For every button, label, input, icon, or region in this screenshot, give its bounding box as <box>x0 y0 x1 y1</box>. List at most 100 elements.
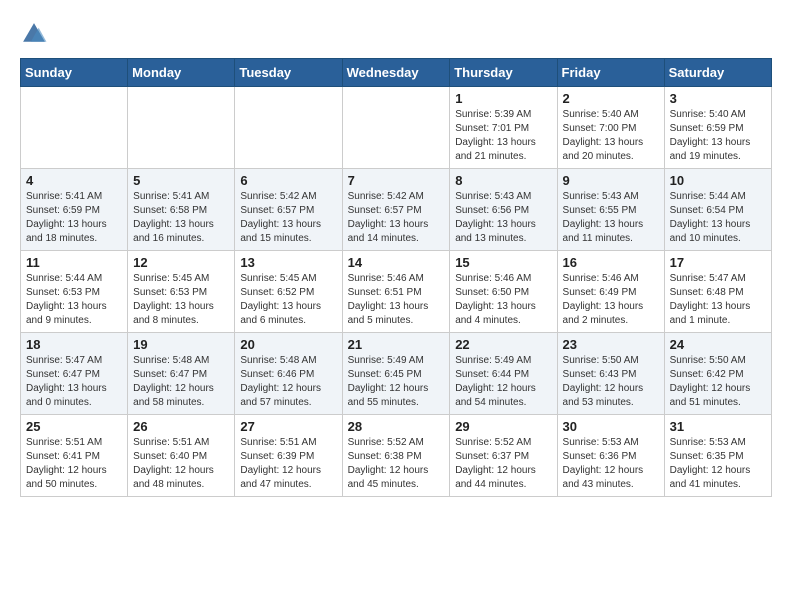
weekday-header-row: SundayMondayTuesdayWednesdayThursdayFrid… <box>21 59 772 87</box>
calendar-cell: 2Sunrise: 5:40 AM Sunset: 7:00 PM Daylig… <box>557 87 664 169</box>
calendar-week-row: 18 Sunrise: 5:47 AM Sunset: 6:47 PM Dayli… <box>21 333 772 415</box>
day-detail: Sunrise: 5:45 AM Sunset: 6:53 PM Dayligh… <box>133 272 229 328</box>
calendar-cell: 5Sunrise: 5:41 AM Sunset: 6:58 PM Daylig… <box>128 169 235 251</box>
weekday-header: Sunday <box>21 59 128 87</box>
day-detail: Sunrise: 5:44 AM Sunset: 6:53 PM Dayligh… <box>26 272 122 328</box>
weekday-header: Saturday <box>664 59 771 87</box>
calendar-cell <box>342 87 450 169</box>
calendar-cell: 27 Sunrise: 5:51 AM Sunset: 6:39 PM Dayli… <box>235 415 342 497</box>
day-detail: Sunrise: 5:40 AM Sunset: 6:59 PM Dayligh… <box>670 108 766 164</box>
day-number: 17 <box>670 255 766 270</box>
day-detail: Sunrise: 5:49 AM Sunset: 6:45 PM Dayligh… <box>348 354 445 410</box>
weekday-header: Monday <box>128 59 235 87</box>
calendar-cell: 21 Sunrise: 5:49 AM Sunset: 6:45 PM Dayli… <box>342 333 450 415</box>
day-number: 23 <box>563 337 659 352</box>
day-number: 6 <box>240 173 336 188</box>
calendar-cell: 29Sunrise: 5:52 AM Sunset: 6:37 PM Dayli… <box>450 415 557 497</box>
day-detail: Sunrise: 5:52 AM Sunset: 6:38 PM Dayligh… <box>348 436 445 492</box>
logo-icon <box>20 20 48 48</box>
calendar-cell: 8Sunrise: 5:43 AM Sunset: 6:56 PM Daylig… <box>450 169 557 251</box>
day-number: 25 <box>26 419 122 434</box>
calendar-cell: 9 Sunrise: 5:43 AM Sunset: 6:55 PM Daylig… <box>557 169 664 251</box>
day-detail: Sunrise: 5:43 AM Sunset: 6:56 PM Dayligh… <box>455 190 551 246</box>
calendar-week-row: 11 Sunrise: 5:44 AM Sunset: 6:53 PM Dayli… <box>21 251 772 333</box>
calendar-cell: 20 Sunrise: 5:48 AM Sunset: 6:46 PM Dayli… <box>235 333 342 415</box>
weekday-header: Friday <box>557 59 664 87</box>
day-number: 1 <box>455 91 551 106</box>
calendar-cell <box>235 87 342 169</box>
day-number: 12 <box>133 255 229 270</box>
day-detail: Sunrise: 5:41 AM Sunset: 6:58 PM Dayligh… <box>133 190 229 246</box>
day-number: 31 <box>670 419 766 434</box>
day-number: 21 <box>348 337 445 352</box>
day-detail: Sunrise: 5:46 AM Sunset: 6:51 PM Dayligh… <box>348 272 445 328</box>
day-number: 28 <box>348 419 445 434</box>
day-detail: Sunrise: 5:39 AM Sunset: 7:01 PM Dayligh… <box>455 108 551 164</box>
calendar-cell: 18 Sunrise: 5:47 AM Sunset: 6:47 PM Dayli… <box>21 333 128 415</box>
day-detail: Sunrise: 5:45 AM Sunset: 6:52 PM Dayligh… <box>240 272 336 328</box>
weekday-header: Tuesday <box>235 59 342 87</box>
day-number: 20 <box>240 337 336 352</box>
calendar-cell: 28 Sunrise: 5:52 AM Sunset: 6:38 PM Dayli… <box>342 415 450 497</box>
day-number: 15 <box>455 255 551 270</box>
day-number: 3 <box>670 91 766 106</box>
calendar-cell: 3 Sunrise: 5:40 AM Sunset: 6:59 PM Daylig… <box>664 87 771 169</box>
calendar-cell: 6 Sunrise: 5:42 AM Sunset: 6:57 PM Daylig… <box>235 169 342 251</box>
calendar-cell: 26 Sunrise: 5:51 AM Sunset: 6:40 PM Dayli… <box>128 415 235 497</box>
day-number: 11 <box>26 255 122 270</box>
day-detail: Sunrise: 5:47 AM Sunset: 6:47 PM Dayligh… <box>26 354 122 410</box>
day-number: 10 <box>670 173 766 188</box>
calendar-cell: 7Sunrise: 5:42 AM Sunset: 6:57 PM Daylig… <box>342 169 450 251</box>
calendar-cell: 11 Sunrise: 5:44 AM Sunset: 6:53 PM Dayli… <box>21 251 128 333</box>
calendar-cell: 17 Sunrise: 5:47 AM Sunset: 6:48 PM Dayli… <box>664 251 771 333</box>
calendar-cell: 15Sunrise: 5:46 AM Sunset: 6:50 PM Dayli… <box>450 251 557 333</box>
day-number: 16 <box>563 255 659 270</box>
weekday-header: Wednesday <box>342 59 450 87</box>
calendar-cell: 14Sunrise: 5:46 AM Sunset: 6:51 PM Dayli… <box>342 251 450 333</box>
day-number: 18 <box>26 337 122 352</box>
weekday-header: Thursday <box>450 59 557 87</box>
day-detail: Sunrise: 5:50 AM Sunset: 6:42 PM Dayligh… <box>670 354 766 410</box>
calendar-cell: 12 Sunrise: 5:45 AM Sunset: 6:53 PM Dayli… <box>128 251 235 333</box>
page-header <box>20 20 772 48</box>
day-detail: Sunrise: 5:48 AM Sunset: 6:46 PM Dayligh… <box>240 354 336 410</box>
day-detail: Sunrise: 5:49 AM Sunset: 6:44 PM Dayligh… <box>455 354 551 410</box>
calendar-cell <box>21 87 128 169</box>
day-number: 7 <box>348 173 445 188</box>
calendar-cell: 22 Sunrise: 5:49 AM Sunset: 6:44 PM Dayli… <box>450 333 557 415</box>
day-number: 26 <box>133 419 229 434</box>
day-number: 22 <box>455 337 551 352</box>
calendar-cell: 10 Sunrise: 5:44 AM Sunset: 6:54 PM Dayli… <box>664 169 771 251</box>
day-detail: Sunrise: 5:53 AM Sunset: 6:36 PM Dayligh… <box>563 436 659 492</box>
calendar-cell: 30 Sunrise: 5:53 AM Sunset: 6:36 PM Dayli… <box>557 415 664 497</box>
calendar-cell: 4Sunrise: 5:41 AM Sunset: 6:59 PM Daylig… <box>21 169 128 251</box>
calendar-table: SundayMondayTuesdayWednesdayThursdayFrid… <box>20 58 772 497</box>
day-detail: Sunrise: 5:40 AM Sunset: 7:00 PM Dayligh… <box>563 108 659 164</box>
day-number: 9 <box>563 173 659 188</box>
calendar-cell: 1 Sunrise: 5:39 AM Sunset: 7:01 PM Daylig… <box>450 87 557 169</box>
day-number: 4 <box>26 173 122 188</box>
calendar-cell: 16 Sunrise: 5:46 AM Sunset: 6:49 PM Dayli… <box>557 251 664 333</box>
day-detail: Sunrise: 5:42 AM Sunset: 6:57 PM Dayligh… <box>240 190 336 246</box>
calendar-cell: 31 Sunrise: 5:53 AM Sunset: 6:35 PM Dayli… <box>664 415 771 497</box>
day-detail: Sunrise: 5:47 AM Sunset: 6:48 PM Dayligh… <box>670 272 766 328</box>
day-detail: Sunrise: 5:44 AM Sunset: 6:54 PM Dayligh… <box>670 190 766 246</box>
day-number: 19 <box>133 337 229 352</box>
day-number: 30 <box>563 419 659 434</box>
day-number: 29 <box>455 419 551 434</box>
calendar-week-row: 25Sunrise: 5:51 AM Sunset: 6:41 PM Dayli… <box>21 415 772 497</box>
day-detail: Sunrise: 5:43 AM Sunset: 6:55 PM Dayligh… <box>563 190 659 246</box>
calendar-cell: 13Sunrise: 5:45 AM Sunset: 6:52 PM Dayli… <box>235 251 342 333</box>
day-detail: Sunrise: 5:53 AM Sunset: 6:35 PM Dayligh… <box>670 436 766 492</box>
day-detail: Sunrise: 5:51 AM Sunset: 6:40 PM Dayligh… <box>133 436 229 492</box>
calendar-week-row: 1 Sunrise: 5:39 AM Sunset: 7:01 PM Daylig… <box>21 87 772 169</box>
day-detail: Sunrise: 5:51 AM Sunset: 6:39 PM Dayligh… <box>240 436 336 492</box>
day-number: 24 <box>670 337 766 352</box>
day-detail: Sunrise: 5:46 AM Sunset: 6:49 PM Dayligh… <box>563 272 659 328</box>
calendar-cell: 25Sunrise: 5:51 AM Sunset: 6:41 PM Dayli… <box>21 415 128 497</box>
logo <box>20 20 54 48</box>
calendar-cell: 24 Sunrise: 5:50 AM Sunset: 6:42 PM Dayli… <box>664 333 771 415</box>
calendar-cell: 19Sunrise: 5:48 AM Sunset: 6:47 PM Dayli… <box>128 333 235 415</box>
calendar-cell: 23Sunrise: 5:50 AM Sunset: 6:43 PM Dayli… <box>557 333 664 415</box>
day-number: 27 <box>240 419 336 434</box>
